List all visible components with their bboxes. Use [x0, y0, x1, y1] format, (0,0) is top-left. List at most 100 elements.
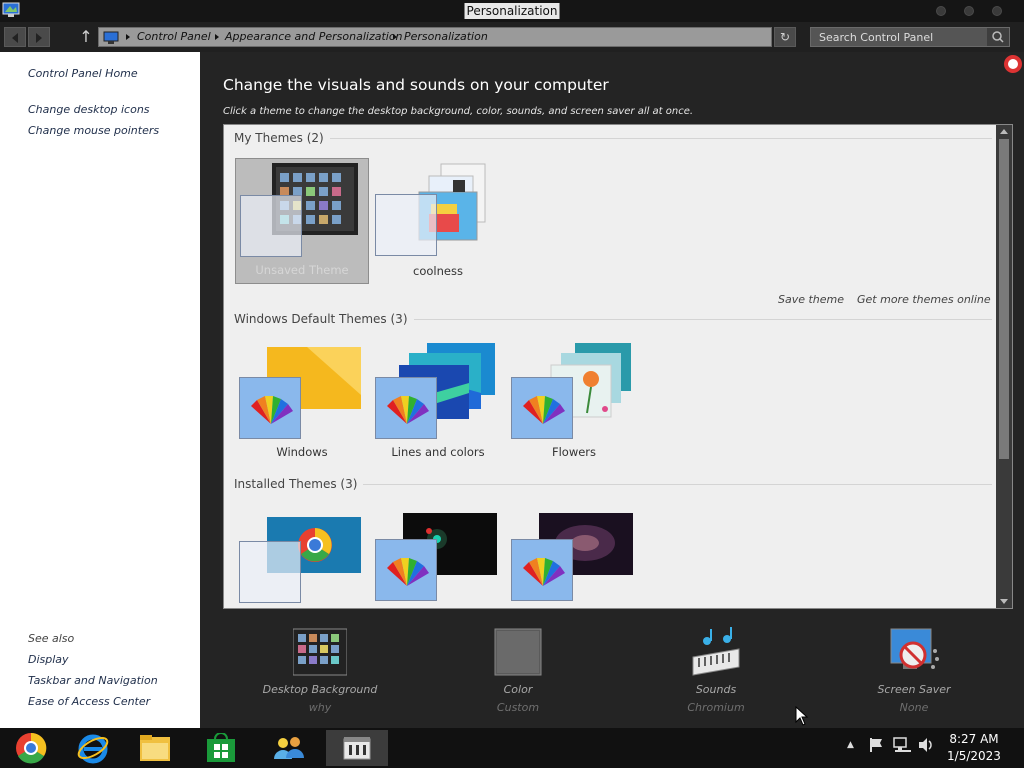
installed-theme-dark-glow[interactable] [371, 505, 505, 608]
taskbar-explorer-button[interactable] [124, 730, 186, 766]
title-bar: Personalization [0, 0, 1024, 22]
ease-of-access-link[interactable]: Ease of Access Center [28, 695, 150, 708]
store-icon [207, 733, 235, 762]
theme-name: Windows [276, 445, 328, 459]
color-label: Color [503, 683, 533, 696]
default-themes-heading: Windows Default Themes (3) [234, 312, 414, 326]
save-theme-link[interactable]: Save theme [778, 293, 844, 306]
color-fan-icon [523, 396, 565, 424]
theme-flowers[interactable]: Flowers [507, 339, 641, 465]
theme-coolness[interactable]: coolness [371, 158, 505, 284]
search-button[interactable] [987, 28, 1009, 46]
taskbar-chrome-button[interactable] [0, 730, 62, 766]
control-panel-icon [103, 30, 119, 44]
installed-themes-heading: Installed Themes (3) [234, 477, 364, 491]
maximize-button[interactable] [964, 6, 974, 16]
change-desktop-icons-link[interactable]: Change desktop icons [28, 103, 150, 116]
installed-theme-chrome[interactable] [235, 505, 369, 608]
taskbar-control-panel-button[interactable] [326, 730, 388, 766]
close-button[interactable] [992, 6, 1002, 16]
display-link[interactable]: Display [28, 653, 69, 666]
window-title: Personalization [464, 3, 560, 19]
help-icon[interactable] [1004, 55, 1022, 73]
breadcrumb-control-panel[interactable]: Control Panel [137, 30, 211, 43]
back-arrow-icon [12, 33, 18, 43]
see-also-heading: See also [28, 632, 75, 645]
taskbar-ie-button[interactable] [62, 730, 124, 766]
search-icon [992, 31, 1004, 43]
sounds-label: Sounds [695, 683, 737, 696]
chrome-icon [16, 732, 47, 764]
scroll-up-arrow-icon[interactable] [1000, 129, 1008, 134]
search-box [810, 27, 1010, 47]
color-fan-icon [387, 558, 429, 586]
address-bar[interactable]: Control Panel Appearance and Personaliza… [98, 27, 772, 47]
minimize-button[interactable] [936, 6, 946, 16]
main-panel: Change the visuals and sounds on your co… [200, 52, 1024, 728]
my-themes-heading: My Themes (2) [234, 131, 330, 145]
color-button[interactable]: Color Custom [438, 622, 598, 722]
theme-name: Flowers [551, 445, 597, 459]
scroll-down-arrow-icon[interactable] [1000, 599, 1008, 604]
breadcrumb-appearance[interactable]: Appearance and Personalization [225, 30, 403, 43]
desktop-background-value: why [308, 701, 332, 714]
scrollbar-thumb[interactable] [999, 139, 1009, 459]
volume-icon[interactable] [917, 736, 935, 754]
get-more-themes-link[interactable]: Get more themes online [857, 293, 991, 306]
action-center-flag-icon[interactable] [868, 736, 884, 754]
page-title: Change the visuals and sounds on your co… [223, 76, 609, 94]
color-fan-icon [251, 396, 293, 424]
breadcrumb-personalization[interactable]: Personalization [404, 30, 488, 43]
desktop-background-icon [293, 628, 347, 676]
sounds-value: Chromium [687, 701, 745, 714]
sounds-icon [692, 627, 740, 676]
coolness-theme-color-swatch [375, 194, 437, 256]
personalization-app-icon[interactable] [2, 2, 20, 18]
people-icon [274, 737, 304, 759]
internet-explorer-icon [77, 734, 109, 764]
refresh-button[interactable]: ↻ [774, 27, 796, 47]
color-fan-icon [387, 396, 429, 424]
chrome-theme-color-swatch [239, 541, 301, 603]
theme-windows[interactable]: Windows [235, 339, 369, 465]
flowers-theme-color-swatch [511, 377, 573, 439]
screen-saver-button[interactable]: Screen Saver None [834, 622, 994, 722]
clock-date: 1/5/2023 [947, 749, 1001, 763]
left-navigation: Control Panel Home Change desktop icons … [0, 52, 200, 728]
customization-bar: Desktop Background why Color Custom Soun… [200, 622, 1024, 728]
purple-nebula-theme-color-swatch [511, 539, 573, 601]
taskbar-navigation-link[interactable]: Taskbar and Navigation [28, 674, 158, 687]
desktop-background-button[interactable]: Desktop Background why [240, 622, 400, 722]
screen-saver-label: Screen Saver [877, 683, 951, 696]
search-input[interactable] [811, 28, 987, 46]
theme-unsaved[interactable]: Unsaved Theme [235, 158, 369, 284]
control-panel-home-link[interactable]: Control Panel Home [28, 67, 138, 80]
desktop-background-label: Desktop Background [262, 683, 378, 696]
themes-list: My Themes (2) Unsaved Theme coolness Sav… [223, 124, 1013, 609]
unsaved-theme-color-swatch [240, 195, 302, 257]
themes-scrollbar[interactable] [996, 125, 1012, 608]
forward-button[interactable] [28, 27, 50, 47]
control-panel-icon [343, 737, 371, 760]
screen-saver-icon [890, 628, 939, 669]
sounds-button[interactable]: Sounds Chromium [636, 622, 796, 722]
lines-theme-color-swatch [375, 377, 437, 439]
up-button[interactable]: ↑ [78, 27, 94, 47]
theme-lines-and-colors[interactable]: Lines and colors [371, 339, 505, 465]
change-mouse-pointers-link[interactable]: Change mouse pointers [28, 124, 159, 137]
show-hidden-icons-button[interactable]: ▲ [847, 740, 854, 750]
taskbar-store-button[interactable] [190, 730, 252, 766]
taskbar-people-button[interactable] [258, 730, 320, 766]
address-toolbar: ↑ Control Panel Appearance and Personali… [0, 22, 1024, 52]
screen-saver-value: None [899, 701, 929, 714]
color-value: Custom [496, 701, 540, 714]
back-button[interactable] [4, 27, 26, 47]
dark-glow-theme-color-swatch [375, 539, 437, 601]
theme-name: Lines and colors [391, 445, 485, 459]
theme-name: coolness [413, 264, 463, 278]
clock-time: 8:27 AM [949, 732, 999, 746]
installed-theme-purple-nebula[interactable] [507, 505, 641, 608]
network-icon[interactable] [893, 736, 911, 754]
system-clock[interactable]: 8:27 AM 1/5/2023 [944, 731, 1004, 765]
file-explorer-icon [140, 735, 170, 761]
